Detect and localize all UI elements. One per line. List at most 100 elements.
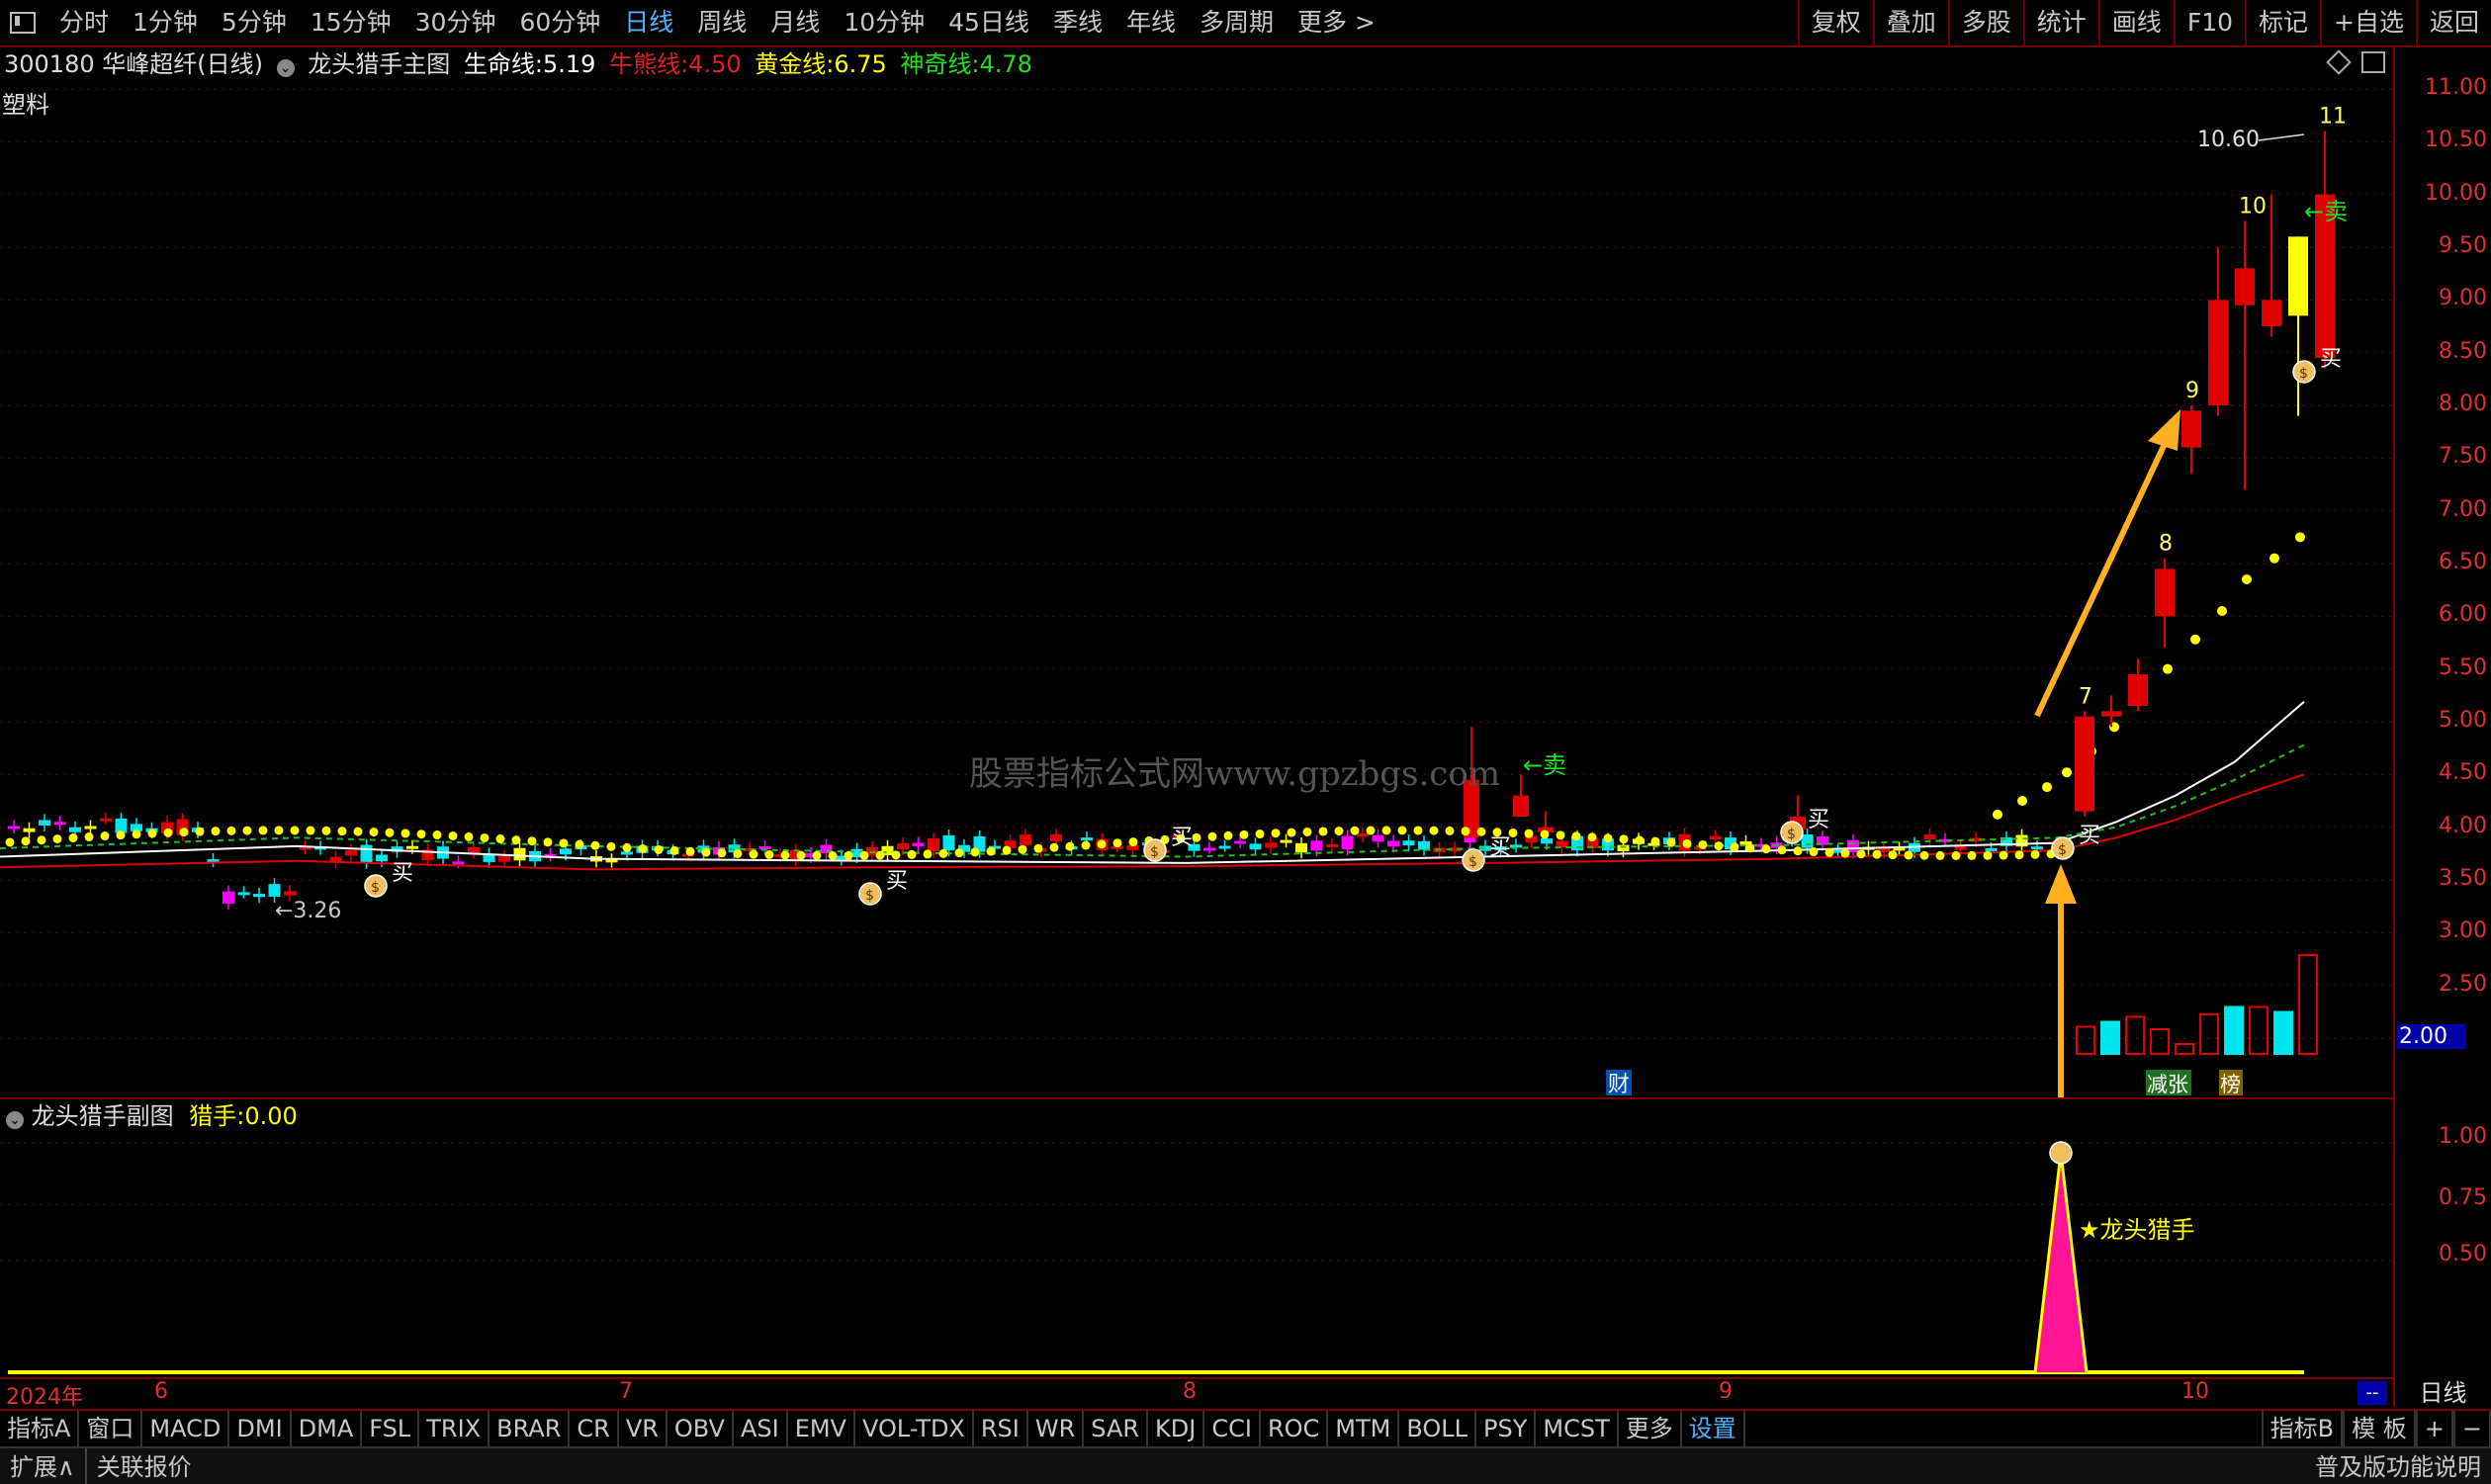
indicator-tab-2[interactable]: MACD bbox=[142, 1411, 230, 1446]
gold-dot bbox=[1540, 829, 1550, 839]
window-icon[interactable] bbox=[10, 12, 36, 34]
gold-dot bbox=[812, 850, 822, 860]
diamond-icon[interactable] bbox=[2326, 49, 2352, 75]
right-bottom-period[interactable]: 日线 bbox=[2395, 1378, 2491, 1408]
gold-dot bbox=[1603, 833, 1613, 843]
candle bbox=[237, 892, 250, 896]
gold-dot bbox=[1018, 844, 1027, 854]
indicator-tab-6[interactable]: TRIX bbox=[419, 1411, 490, 1446]
toolbar-button-1[interactable]: 叠加 bbox=[1872, 0, 1948, 45]
indicator-tab-3[interactable]: DMI bbox=[229, 1411, 292, 1446]
toolbar-button-5[interactable]: F10 bbox=[2173, 0, 2245, 45]
gold-dot bbox=[606, 841, 616, 851]
related-quote-button[interactable]: 关联报价 bbox=[84, 1448, 202, 1484]
indicator-tab-21[interactable]: BOLL bbox=[1399, 1411, 1477, 1446]
indicator-tab-1[interactable]: 窗口 bbox=[79, 1411, 143, 1446]
indicator-tab-16[interactable]: SAR bbox=[1084, 1411, 1149, 1446]
period-tab-4[interactable]: 30分钟 bbox=[403, 0, 508, 45]
candle bbox=[498, 856, 510, 862]
period-tab-3[interactable]: 15分钟 bbox=[299, 0, 403, 45]
toolbar-button-4[interactable]: 画线 bbox=[2097, 0, 2174, 45]
period-tab-10[interactable]: 45日线 bbox=[936, 0, 1041, 45]
indicator-tab-15[interactable]: WR bbox=[1028, 1411, 1085, 1446]
period-tab-7[interactable]: 周线 bbox=[685, 0, 758, 45]
indicator-name[interactable]: 龙头猎手主图 bbox=[308, 50, 450, 78]
magic-line-value: 4.78 bbox=[979, 50, 1032, 78]
indicator-tab-18[interactable]: CCI bbox=[1204, 1411, 1261, 1446]
gold-dot bbox=[1730, 842, 1739, 852]
toolbar-button-0[interactable]: 复权 bbox=[1797, 0, 1873, 45]
gold-dot bbox=[1255, 829, 1265, 839]
indicator-right-button-3[interactable]: − bbox=[2452, 1411, 2491, 1446]
period-tab-11[interactable]: 季线 bbox=[1041, 0, 1114, 45]
indicator-tab-14[interactable]: RSI bbox=[974, 1411, 1028, 1446]
gold-dot bbox=[2062, 767, 2072, 778]
scroll-marker[interactable]: -- bbox=[2358, 1381, 2387, 1405]
indicator-tab-0[interactable]: 指标A bbox=[0, 1411, 80, 1446]
indicator-tab-23[interactable]: MCST bbox=[1536, 1411, 1619, 1446]
indicator-tab-9[interactable]: VR bbox=[619, 1411, 667, 1446]
gold-dot bbox=[1809, 847, 1819, 857]
indicator-right-button-2[interactable]: + bbox=[2415, 1411, 2453, 1446]
gold-dot bbox=[2242, 574, 2252, 584]
indicator-tab-19[interactable]: ROC bbox=[1261, 1411, 1329, 1446]
gold-dot bbox=[1993, 809, 2002, 820]
panel-toggle-icon[interactable] bbox=[2361, 51, 2385, 73]
indicator-tab-20[interactable]: MTM bbox=[1328, 1411, 1400, 1446]
candle bbox=[376, 854, 388, 862]
volume-bar bbox=[2100, 1020, 2120, 1055]
toolbar-button-8[interactable]: 返回 bbox=[2415, 0, 2491, 45]
month-10: 10 bbox=[2181, 1379, 2209, 1404]
period-tab-1[interactable]: 1分钟 bbox=[121, 0, 210, 45]
toolbar-button-2[interactable]: 多股 bbox=[1947, 0, 2023, 45]
indicator-right-button-1[interactable]: 模 板 bbox=[2343, 1411, 2416, 1446]
candle bbox=[84, 826, 97, 829]
indicator-tab-25[interactable]: 设置 bbox=[1682, 1411, 1745, 1446]
indicator-tab-4[interactable]: DMA bbox=[292, 1411, 363, 1446]
indicator-tab-22[interactable]: PSY bbox=[1476, 1411, 1537, 1446]
indicator-tab-11[interactable]: ASI bbox=[734, 1411, 788, 1446]
period-tab-8[interactable]: 月线 bbox=[758, 0, 832, 45]
price-chart[interactable]: 7 8 9 10 11 ←3.26 10.60 ←卖 ←卖 $ 买 $ 买 $ 买 $ 买 $ 买 $ 买 $ 买财 减张 榜 bbox=[0, 83, 2393, 1097]
indicator-tab-5[interactable]: FSL bbox=[362, 1411, 420, 1446]
indicator-tab-13[interactable]: VOL-TDX bbox=[855, 1411, 974, 1446]
toolbar-button-3[interactable]: 统计 bbox=[2022, 0, 2098, 45]
period-tab-6[interactable]: 日线 bbox=[612, 0, 685, 45]
period-tab-12[interactable]: 年线 bbox=[1114, 0, 1188, 45]
toolbar-button-7[interactable]: +自选 bbox=[2320, 0, 2416, 45]
expand-button[interactable]: 扩展∧ bbox=[0, 1448, 85, 1484]
indicator-tab-12[interactable]: EMV bbox=[788, 1411, 855, 1446]
money-bag-symbol: $ bbox=[1150, 844, 1159, 860]
candle bbox=[912, 842, 925, 846]
price-tick-4: 9.00 bbox=[2439, 286, 2487, 311]
period-tab-13[interactable]: 多周期 bbox=[1188, 0, 1286, 45]
indicator-tab-24[interactable]: 更多 bbox=[1619, 1411, 1682, 1446]
candle bbox=[268, 884, 281, 897]
period-tab-0[interactable]: 分时 bbox=[47, 0, 121, 45]
indicator-tab-8[interactable]: CR bbox=[570, 1411, 619, 1446]
period-tab-5[interactable]: 60分钟 bbox=[507, 0, 612, 45]
candle bbox=[1357, 833, 1369, 837]
edition-info-button[interactable]: 普及版功能说明 bbox=[2305, 1448, 2491, 1484]
candle bbox=[897, 842, 909, 850]
period-tab-2[interactable]: 5分钟 bbox=[210, 0, 299, 45]
gold-dot bbox=[590, 840, 600, 850]
subchart-name[interactable]: 龙头猎手副图 bbox=[32, 1102, 174, 1130]
indicator-tab-10[interactable]: OBV bbox=[667, 1411, 734, 1446]
chevron-down-icon[interactable]: ⌄ bbox=[276, 59, 295, 77]
gold-dot bbox=[337, 827, 347, 836]
candle bbox=[1020, 834, 1031, 845]
period-tab-14[interactable]: 更多 > bbox=[1286, 0, 1387, 45]
period-tab-9[interactable]: 10分钟 bbox=[832, 0, 936, 45]
gold-dot bbox=[132, 829, 141, 839]
gold-dot bbox=[1682, 838, 1692, 848]
indicator-tab-7[interactable]: BRAR bbox=[489, 1411, 571, 1446]
indicator-tab-17[interactable]: KDJ bbox=[1148, 1411, 1205, 1446]
hunter-subchart[interactable]: ★龙头猎手 bbox=[0, 1133, 2393, 1377]
indicator-right-button-0[interactable]: 指标B bbox=[2261, 1411, 2344, 1446]
sell-label: ←卖 bbox=[2304, 198, 2348, 225]
toolbar-button-6[interactable]: 标记 bbox=[2245, 0, 2320, 45]
chevron-down-icon[interactable]: ⌄ bbox=[6, 1111, 24, 1129]
stock-title[interactable]: 300180 华峰超纤(日线) bbox=[4, 50, 263, 78]
gold-dot bbox=[2017, 796, 2027, 806]
